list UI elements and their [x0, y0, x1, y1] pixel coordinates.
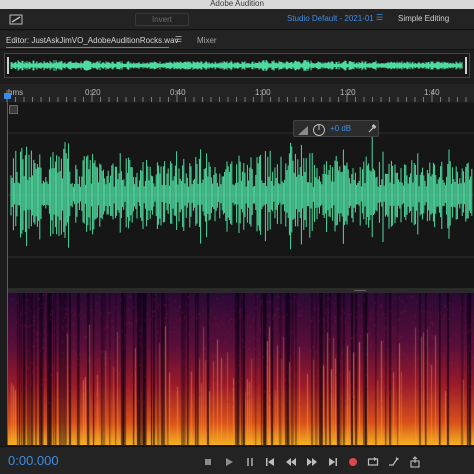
window-title-bar: Adobe Audition [0, 0, 474, 9]
ruler-tick-label: 1:20 [340, 88, 356, 97]
spectrogram [7, 293, 474, 445]
share-icon[interactable] [409, 455, 421, 468]
ruler-tick-label: 0:40 [170, 88, 186, 97]
tab-mixer[interactable]: Mixer [197, 36, 217, 45]
pause-button[interactable] [244, 455, 256, 467]
playhead-line [7, 93, 8, 445]
stop-button[interactable] [202, 455, 214, 467]
rewind-icon[interactable] [285, 455, 297, 467]
tab-editor[interactable]: Editor: JustAskJimVO_AdobeAuditionRocks.… [6, 36, 179, 45]
panel-tab-bar: Editor: JustAskJimVO_AdobeAuditionRocks.… [0, 31, 474, 50]
ruler-tick-label: 1:00 [255, 88, 271, 97]
pin-icon[interactable] [367, 124, 377, 134]
waveform [7, 132, 474, 258]
volume-readout[interactable]: +0 dB [330, 124, 351, 133]
simple-editing-workspace[interactable]: Simple Editing [398, 14, 449, 23]
volume-knob-icon[interactable] [296, 122, 328, 137]
window-title: Adobe Audition [210, 0, 264, 8]
playhead-handle[interactable] [4, 93, 11, 99]
time-ruler[interactable]: hms 0:20 0:40 1:00 1:20 1:40 [0, 84, 474, 102]
toolbar: Invert Studio Default - 2021-01 ☰ Simple… [0, 9, 474, 30]
overview-left-handle[interactable] [7, 57, 9, 74]
panel-menu-icon[interactable]: ☰ [175, 35, 182, 44]
divider-grip[interactable] [354, 290, 366, 291]
loop-playback-icon[interactable] [367, 455, 379, 467]
ruler-ticks [6, 90, 467, 102]
record-button[interactable] [347, 455, 359, 467]
transport-bar: 0:00.000 [0, 446, 474, 474]
volume-hud: +0 dB [293, 120, 379, 137]
play-button[interactable] [223, 455, 235, 467]
spectral-frequency-display[interactable] [7, 293, 474, 445]
toggle-panel-icon[interactable] [9, 105, 18, 114]
overview-right-handle[interactable] [465, 57, 467, 74]
waveform-display[interactable] [7, 103, 474, 288]
ruler-tick-label: 1:40 [424, 88, 440, 97]
spectral-tool-icon[interactable] [9, 13, 23, 26]
move-to-start-icon[interactable] [264, 455, 276, 467]
ruler-tick-label: 0:20 [85, 88, 101, 97]
fast-forward-icon[interactable] [306, 455, 318, 467]
current-time-display[interactable]: 0:00.000 [8, 453, 59, 468]
active-tab-indicator [6, 47, 169, 48]
overview-waveform [10, 59, 463, 72]
skip-selection-icon[interactable] [388, 455, 400, 467]
workspace-menu-icon[interactable]: ☰ [376, 13, 383, 22]
workspace-selector[interactable]: Studio Default - 2021-01 [287, 14, 374, 23]
invert-button[interactable]: Invert [135, 13, 189, 26]
move-to-end-icon[interactable] [327, 455, 339, 467]
waveform-overview[interactable] [4, 53, 470, 78]
